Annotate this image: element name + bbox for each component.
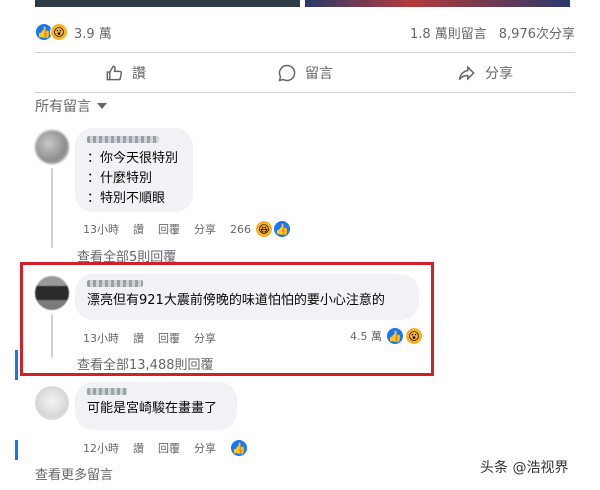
comment-line: 可能是宮崎駿在畫畫了 — [87, 401, 218, 416]
comment-meta: 12小時 讚 回覆 分享 👍 — [83, 439, 248, 457]
divider — [35, 92, 575, 93]
post-image-right[interactable] — [305, 0, 570, 7]
comment-bubble: 漂亮但有921大震前傍晚的味道怕怕的要小心注意的 — [75, 274, 419, 320]
comment-label: 留言 — [305, 66, 333, 82]
comment-meta: 13小時 讚 回覆 分享 266 😆 👍 — [83, 220, 291, 238]
comment-sort-dropdown[interactable]: 所有留言 — [35, 96, 107, 116]
thread-line — [51, 168, 53, 248]
like-link[interactable]: 讚 — [133, 221, 144, 237]
thread-line — [51, 314, 53, 358]
share-arrow-icon — [458, 65, 475, 81]
avatar[interactable] — [35, 386, 69, 420]
like-label: 讚 — [132, 66, 146, 82]
comment-count[interactable]: 1.8 萬則留言 — [410, 23, 487, 42]
reply-link[interactable]: 回覆 — [158, 330, 180, 346]
comment-bubble-icon — [278, 64, 296, 82]
comment-reactions[interactable]: 266 😆 👍 — [230, 220, 291, 238]
more-comments-link[interactable]: 查看更多留言 — [35, 464, 113, 483]
share-button[interactable]: 分享 — [395, 56, 575, 90]
like-link[interactable]: 讚 — [133, 330, 144, 346]
reply-link[interactable]: 回覆 — [158, 221, 180, 237]
share-count[interactable]: 8,976次分享 — [499, 23, 575, 42]
reaction-count[interactable]: 3.9 萬 — [74, 23, 112, 42]
sort-label: 所有留言 — [35, 99, 91, 115]
timestamp[interactable]: 12小時 — [83, 440, 119, 456]
wow-reaction-icon[interactable]: 😮 — [50, 23, 68, 41]
like-link[interactable]: 讚 — [133, 440, 144, 456]
comment-line: ：特別不順眼 — [87, 191, 166, 206]
divider — [35, 52, 575, 53]
thread-accent — [15, 350, 18, 380]
post-image-left[interactable] — [35, 0, 300, 7]
thread-accent — [15, 440, 18, 460]
post-action-bar: 讚 留言 分享 — [35, 56, 575, 90]
thumbs-up-icon — [106, 65, 123, 81]
share-link[interactable]: 分享 — [194, 221, 216, 237]
avatar[interactable] — [35, 130, 69, 164]
caret-down-icon — [97, 103, 107, 109]
like-reaction-icon: 👍 — [386, 327, 404, 345]
comment-bubble: 可能是宮崎駿在畫畫了 — [75, 382, 237, 430]
author-name[interactable] — [87, 136, 159, 143]
comment-bubble: ：你今天很特別 ：什麼特別 ：特別不順眼 — [75, 128, 193, 212]
share-link[interactable]: 分享 — [194, 440, 216, 456]
comment-line: ：什麼特別 — [87, 171, 153, 186]
haha-reaction-icon: 😆 — [255, 220, 273, 238]
author-name[interactable] — [87, 280, 143, 287]
timestamp[interactable]: 13小時 — [83, 221, 119, 237]
like-button[interactable]: 讚 — [35, 56, 215, 90]
comment-line: 漂亮但有921大震前傍晚的味道怕怕的要小心注意的 — [87, 293, 385, 308]
post-image-strip[interactable] — [0, 0, 600, 10]
reply-link[interactable]: 回覆 — [158, 440, 180, 456]
watermark: 头条 @浩视界 — [480, 457, 568, 477]
author-name[interactable] — [87, 388, 127, 395]
share-link[interactable]: 分享 — [194, 330, 216, 346]
wow-reaction-icon: 😮 — [405, 327, 423, 345]
reaction-count: 266 — [230, 222, 251, 236]
reaction-count: 4.5 萬 — [350, 330, 382, 343]
timestamp[interactable]: 13小時 — [83, 330, 119, 346]
comment-button[interactable]: 留言 — [215, 56, 395, 90]
comment-meta: 13小時 讚 回覆 分享 — [83, 330, 216, 346]
like-reaction-icon[interactable]: 👍 — [230, 439, 248, 457]
comment-line: ：你今天很特別 — [87, 151, 179, 166]
like-reaction-icon: 👍 — [273, 220, 291, 238]
comment-reactions[interactable]: 4.5 萬 👍 😮 — [350, 327, 423, 345]
post-reactions-bar: 👍 😮 3.9 萬 1.8 萬則留言 8,976次分享 — [35, 18, 575, 46]
share-label: 分享 — [485, 66, 513, 82]
avatar[interactable] — [35, 276, 69, 310]
view-replies-link[interactable]: 查看全部13,488則回覆 — [77, 354, 214, 373]
watermark-text: 头条 @浩视界 — [480, 460, 569, 476]
